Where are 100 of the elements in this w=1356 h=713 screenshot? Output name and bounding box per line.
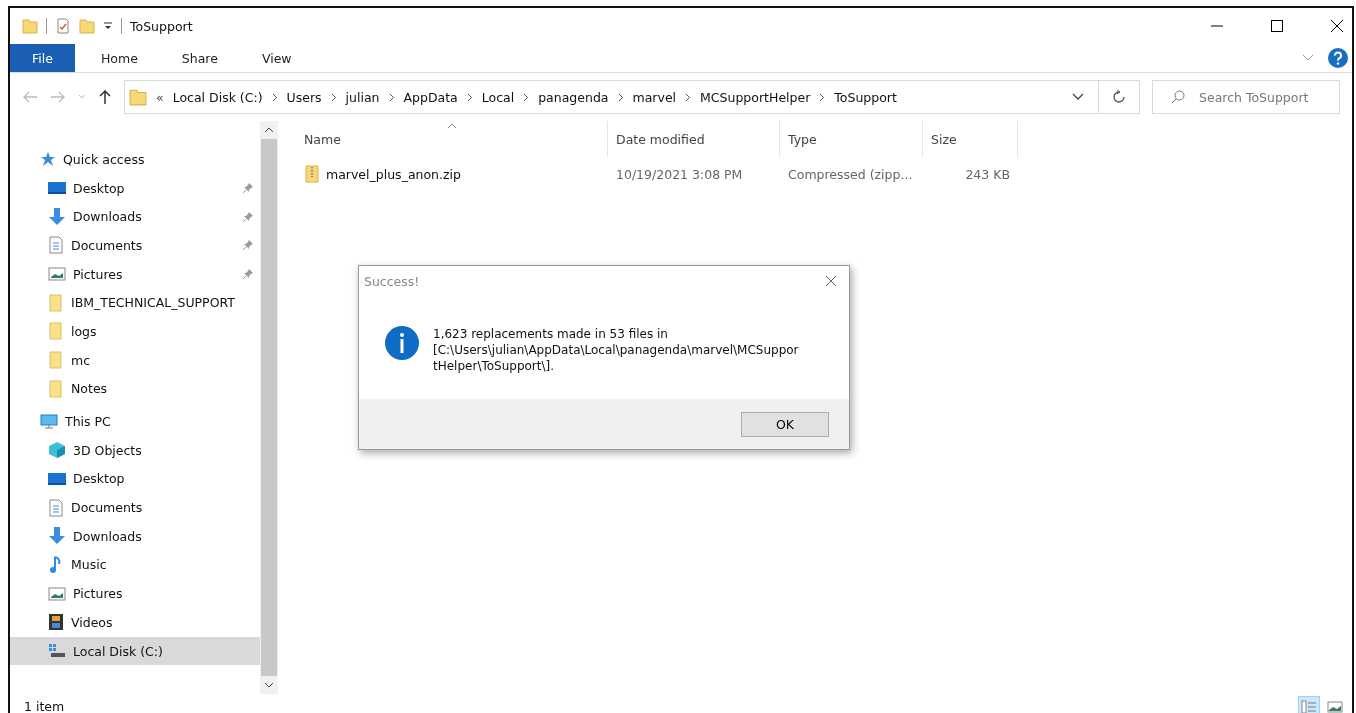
breadcrumb[interactable]: ToSupport [834,89,897,105]
breadcrumb[interactable]: Local [481,89,515,105]
download-arrow-icon [48,527,66,546]
chevron-right-icon[interactable] [523,92,530,102]
table-cell-text: Compressed (zipp... [787,166,914,182]
address-bar[interactable]: « Local Disk (C:) Users julian AppData Local panagenda marvel MCSupportHelper ToSupport [124,80,1099,114]
close-icon[interactable] [1330,19,1344,33]
document-icon [48,498,64,517]
breadcrumb[interactable]: AppData [403,89,458,105]
desktop-icon [48,470,66,487]
sidebar-item[interactable]: 3D Objects [10,435,260,465]
sidebar-item[interactable]: mc [10,345,260,375]
sidebar-label: Quick access [63,151,145,167]
sidebar-label: logs [71,323,98,339]
picture-icon [48,585,66,602]
dialog-message: 1,623 replacements made in 53 files in [C:\Users\julian\AppData\Local\panagenda\marvel\MCSuppor tHelper\ToSupport\]. [433,326,799,375]
sidebar-item[interactable]: Pictures [10,259,260,289]
chevron-right-icon[interactable] [617,92,624,102]
folder-icon [48,293,64,312]
folder-icon [48,379,64,398]
drive-icon [48,643,66,660]
sidebar-label: Videos [71,614,114,630]
sidebar-item[interactable]: Videos [10,608,260,637]
star-icon [40,151,56,168]
breadcrumb[interactable]: Local Disk (C:) [172,89,263,105]
file-row[interactable]: marvel_plus_anon.zip 10/19/2021 3:08 PM Compressed (zipp... 243 KB [296,157,1352,191]
chevron-right-icon[interactable] [271,92,278,102]
refresh-icon [1112,90,1126,104]
chevron-right-icon[interactable] [466,92,473,102]
breadcrumb[interactable]: julian [345,89,380,105]
sidebar-label: This PC [65,414,111,430]
chevron-right-icon[interactable] [819,92,826,102]
ribbon-tab[interactable]: Home [82,44,156,72]
sidebar-item[interactable]: Music [10,550,260,580]
breadcrumb[interactable]: marvel [632,89,677,105]
sidebar-item[interactable]: Quick access [10,145,260,174]
sidebar-label: Documents [71,237,144,253]
pin-icon[interactable] [242,182,254,195]
scroll-up-icon[interactable] [264,127,274,133]
sidebar-item[interactable]: Local Disk (C:) [10,636,260,666]
window-title: ToSupport [130,18,193,34]
sidebar-item[interactable]: logs [10,317,260,346]
chevron-right-icon[interactable] [685,92,692,102]
properties-icon[interactable] [55,18,71,34]
chevron-right-icon[interactable] [388,92,395,102]
chevron-right-icon[interactable] [330,92,337,102]
sidebar-item[interactable]: Desktop [10,464,260,494]
sidebar-item[interactable]: Notes [10,374,260,404]
ribbon-tab[interactable]: Share [163,44,236,72]
table-cell-text: 10/19/2021 3:08 PM [615,166,744,182]
refresh-button[interactable] [1098,80,1140,114]
zip-folder-icon [304,165,320,183]
sidebar-item[interactable]: This PC [10,407,260,436]
search-icon [1171,90,1185,104]
download-arrow-icon [48,207,66,226]
pin-icon[interactable] [242,239,254,252]
sidebar-label: 3D Objects [73,442,143,458]
dropdown-icon[interactable] [103,21,113,31]
column-header[interactable]: Name [296,121,608,157]
info-icon [385,326,419,360]
sidebar-item[interactable]: Downloads [10,202,260,232]
file-name: marvel_plus_anon.zip [326,166,461,182]
sidebar-label: Documents [71,500,144,516]
column-header[interactable]: Type [780,121,923,157]
help-icon[interactable] [1328,48,1348,68]
scroll-down-icon[interactable] [264,682,274,688]
ribbon-tab[interactable]: File [10,44,75,72]
monitor-icon [40,413,58,430]
ok-button[interactable]: OK [741,411,829,437]
sidebar-item[interactable]: Documents [10,231,260,260]
scrollbar[interactable] [260,121,278,694]
sidebar-item[interactable]: IBM_TECHNICAL_SUPPORT [10,288,260,318]
sidebar-label: Desktop [73,471,126,487]
search-field[interactable]: Search ToSupport [1152,80,1340,114]
breadcrumb[interactable]: MCSupportHelper [700,89,811,105]
sidebar-label: Pictures [73,266,124,282]
column-header[interactable]: Size [923,121,1018,157]
chevron-down-icon[interactable] [1072,93,1084,101]
breadcrumb[interactable]: Users [286,89,322,105]
sidebar-item[interactable]: Pictures [10,579,260,608]
sidebar-label: Local Disk (C:) [73,643,164,659]
film-icon [48,613,64,632]
breadcrumb-overflow[interactable]: « [156,89,164,105]
column-header[interactable]: Date modified [608,121,780,157]
up-arrow-icon[interactable] [98,89,112,105]
sidebar-item[interactable]: Documents [10,493,260,522]
folder-icon [48,351,64,370]
pin-icon[interactable] [242,210,254,223]
sidebar-label: Desktop [73,180,126,196]
sidebar-label: Downloads [73,209,143,225]
ribbon-tab[interactable]: View [243,44,310,72]
document-icon [48,236,64,255]
sidebar-label: Music [71,557,108,573]
sidebar-item[interactable]: Downloads [10,521,260,551]
breadcrumb[interactable]: panagenda [538,89,609,105]
sidebar-label: IBM_TECHNICAL_SUPPORT [71,295,236,311]
sidebar-item[interactable]: Desktop [10,173,260,203]
pin-icon[interactable] [242,268,254,281]
maximize-icon[interactable] [1270,19,1284,33]
cube-icon [48,441,66,460]
